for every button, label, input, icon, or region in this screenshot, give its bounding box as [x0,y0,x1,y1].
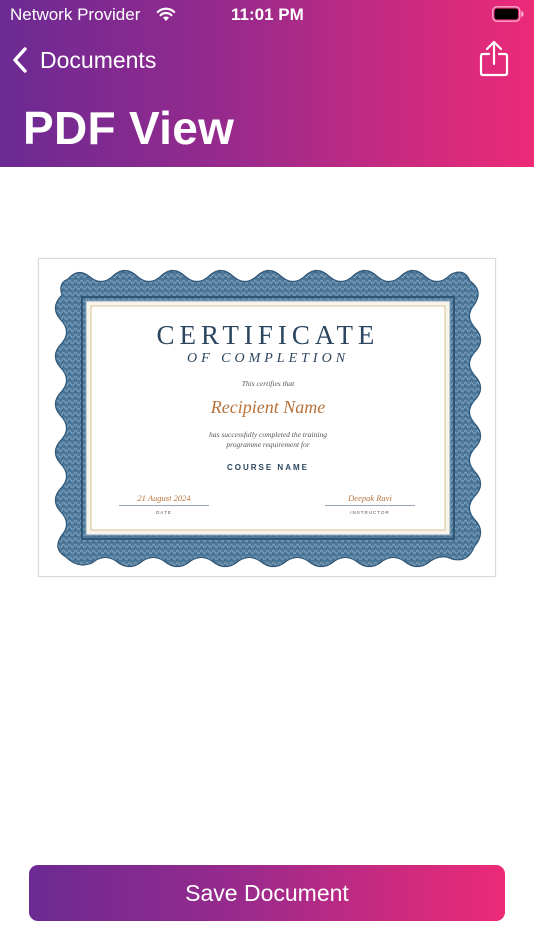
certificate-title: CERTIFICATE [156,320,380,350]
pdf-document-page[interactable]: CERTIFICATE OF COMPLETION This certifies… [38,258,496,577]
certificate-body: has successfully completed the training … [39,430,497,450]
certificate-body-line2: programme requirement for [226,440,310,449]
certificate-instructor-line [325,505,415,506]
certificate-instructor-value: Deepak Ravi [348,493,392,503]
certificate-certifies-text: This certifies that [241,379,295,388]
page-title: PDF View [23,102,235,154]
certificate-instructor-label: INSTRUCTOR [350,510,390,515]
certificate-recipient: Recipient Name [210,397,326,417]
back-button[interactable]: Documents [10,44,156,76]
certificate-date-line [119,505,209,506]
status-bar: Network Provider 11:01 PM [0,0,534,30]
wifi-icon [156,7,176,21]
certificate-body-line1: has successfully completed the training [209,430,327,439]
certificate-course: COURSE NAME [226,463,309,472]
certificate-border-graphic [54,269,482,568]
status-time: 11:01 PM [231,5,304,24]
share-icon[interactable] [478,40,510,78]
certificate-date-label: DATE [156,510,172,515]
save-document-button[interactable]: Save Document [29,865,505,921]
certificate-subtitle: OF COMPLETION [186,351,350,366]
certificate-date-value: 21 August 2024 [137,493,191,503]
chevron-left-icon [13,47,27,73]
carrier-name: Network Provider [10,5,141,24]
nav-header: Network Provider 11:01 PM Documents PDF … [0,0,534,167]
battery-icon [492,6,524,22]
back-button-label: Documents [40,46,157,73]
